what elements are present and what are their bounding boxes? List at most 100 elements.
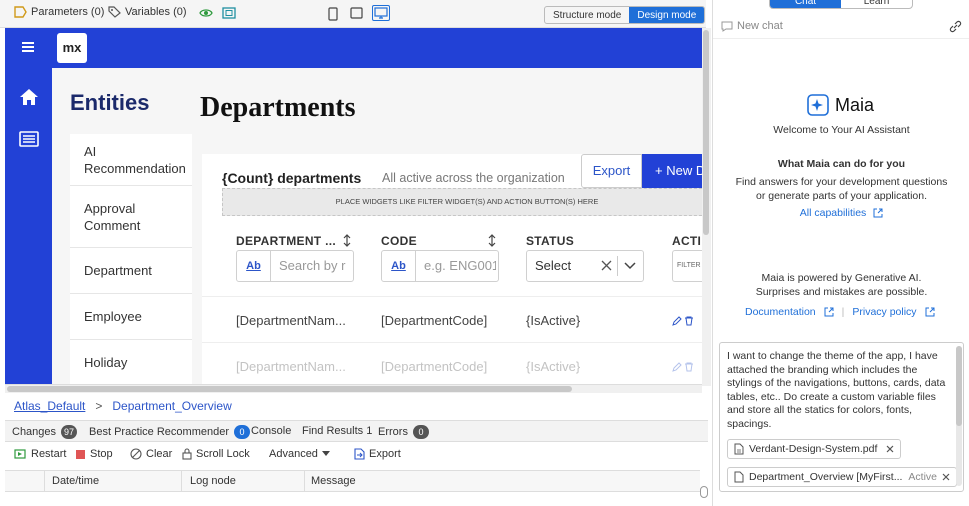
log-column-node[interactable]: Log node (190, 475, 236, 487)
tag-icon (108, 6, 121, 18)
variables-button[interactable]: Variables (0) (108, 6, 187, 18)
canvas-vertical-scrollbar[interactable] (702, 28, 711, 386)
tab-find-results[interactable]: Find Results 1 (302, 425, 372, 437)
parameters-button[interactable]: Parameters (0) (14, 6, 104, 18)
structure-mode-button[interactable]: Structure mode (545, 7, 629, 23)
tab-errors[interactable]: Errors 0 (378, 425, 429, 439)
entity-item-holiday[interactable]: Holiday (70, 340, 192, 386)
tab-changes[interactable]: Changes 97 (12, 425, 78, 439)
cell-department-name: [DepartmentNam... (236, 359, 346, 374)
tab-label: Changes (12, 426, 57, 438)
breadcrumb-root-link[interactable]: Atlas_Default (14, 399, 85, 413)
mode-switch: Structure mode Design mode (544, 6, 706, 24)
list-icon[interactable] (19, 130, 39, 148)
delete-icon[interactable] (684, 362, 694, 372)
all-capabilities-link[interactable]: All capabilities (713, 207, 969, 219)
clear-button[interactable]: Clear (130, 448, 172, 460)
column-header-actions[interactable]: ACTI (672, 234, 701, 248)
remove-icon[interactable] (886, 445, 894, 453)
maia-chat-panel: Chat Learn New chat Maia Welcome to Your… (712, 0, 969, 506)
attachment-chip[interactable]: Verdant-Design-System.pdf (727, 439, 902, 459)
edit-icon[interactable] (672, 362, 682, 372)
attachment-name: Verdant-Design-System.pdf (749, 443, 878, 455)
column-header-department[interactable]: DEPARTMENT ... (236, 234, 336, 248)
entity-list: AI Recommendation Approval Comment Depar… (70, 134, 192, 386)
console-export-button[interactable]: Export (354, 448, 401, 460)
sparkle-icon (807, 94, 829, 116)
filter-type-button[interactable]: Ab (237, 251, 271, 281)
scrollbar-thumb[interactable] (7, 386, 572, 392)
eye-icon[interactable] (199, 7, 213, 19)
widget-placeholder-dropzone[interactable]: PLACE WIDGETS LIKE FILTER WIDGET(S) AND … (222, 188, 702, 216)
export-button[interactable]: Export (581, 154, 642, 188)
best-practice-count-badge: 0 (234, 425, 250, 439)
stop-button[interactable]: Stop (75, 448, 113, 460)
privacy-policy-link[interactable]: Privacy policy (852, 306, 916, 318)
home-icon[interactable] (19, 88, 39, 106)
all-capabilities-label: All capabilities (799, 207, 867, 219)
phone-view-icon[interactable] (328, 7, 338, 21)
design-mode-button[interactable]: Design mode (629, 7, 705, 23)
status-select[interactable]: Select (526, 250, 644, 282)
mx-logo: mx (57, 33, 87, 63)
tab-console[interactable]: Console (251, 425, 291, 437)
column-header-code[interactable]: CODE (381, 234, 417, 248)
scrollbar-thumb[interactable] (956, 346, 962, 426)
lock-icon (182, 448, 192, 460)
scrollbar-thumb[interactable] (703, 30, 709, 235)
edit-icon[interactable] (672, 316, 682, 326)
breadcrumb-separator: > (95, 399, 103, 413)
chevron-down-icon[interactable] (624, 262, 636, 270)
canvas-horizontal-scrollbar[interactable] (5, 384, 702, 393)
breadcrumb-page-link[interactable]: Department_Overview (112, 399, 231, 413)
desktop-view-icon[interactable] (372, 5, 390, 21)
status-select-value: Select (535, 258, 572, 273)
hamburger-icon[interactable] (20, 40, 36, 54)
scroll-lock-button[interactable]: Scroll Lock (182, 448, 250, 460)
entity-item-approval-comment[interactable]: Approval Comment (70, 186, 192, 248)
log-table-header: Date/time Log node Message (5, 470, 700, 492)
frame-icon[interactable] (222, 7, 236, 19)
sort-icon[interactable] (487, 234, 497, 247)
maia-title-text: Maia (835, 94, 875, 115)
cell-is-active: {IsActive} (526, 313, 581, 328)
restart-button[interactable]: Restart (14, 448, 66, 460)
sort-icon[interactable] (342, 234, 352, 247)
clear-icon[interactable] (601, 260, 612, 271)
clear-label: Clear (146, 448, 173, 460)
documentation-link[interactable]: Documentation (745, 306, 816, 318)
export-file-icon (354, 448, 365, 460)
advanced-label: Advanced (269, 448, 318, 460)
tab-best-practice-recommender[interactable]: Best Practice Recommender 0 (89, 425, 250, 439)
log-column-message[interactable]: Message (311, 475, 356, 487)
column-header-status[interactable]: STATUS (526, 234, 574, 248)
prompt-scrollbar[interactable] (956, 346, 962, 486)
prompt-text[interactable]: I want to change the theme of the app, I… (727, 350, 949, 432)
tablet-view-icon[interactable] (350, 7, 363, 19)
entity-item-ai-recommendation[interactable]: AI Recommendation (70, 134, 192, 186)
divider (713, 38, 969, 39)
new-chat-button[interactable]: New chat (721, 20, 783, 32)
tab-chat[interactable]: Chat (770, 0, 841, 8)
log-column-datetime[interactable]: Date/time (52, 475, 99, 487)
changes-count-badge: 97 (61, 425, 78, 439)
department-search-input[interactable]: Search by r (279, 251, 351, 281)
filter-type-button[interactable]: Ab (382, 251, 416, 281)
link-icon[interactable] (949, 20, 962, 33)
code-search-input[interactable]: e.g. ENG001 (424, 251, 496, 281)
advanced-dropdown[interactable]: Advanced (269, 448, 330, 460)
entity-item-department[interactable]: Department (70, 248, 192, 294)
new-chat-icon (721, 21, 733, 32)
remove-icon[interactable] (942, 473, 950, 481)
document-icon (734, 471, 744, 483)
row-divider (202, 296, 702, 297)
cell-is-active: {IsActive} (526, 359, 581, 374)
log-scrollbar[interactable] (700, 486, 708, 498)
tab-learn[interactable]: Learn (841, 0, 912, 8)
prompt-input[interactable]: I want to change the theme of the app, I… (719, 342, 964, 492)
new-department-button[interactable]: + New D (642, 154, 702, 188)
actions-filter[interactable]: FILTER (672, 250, 702, 282)
entity-item-employee[interactable]: Employee (70, 294, 192, 340)
delete-icon[interactable] (684, 316, 694, 326)
context-chip[interactable]: Department_Overview [MyFirst... Active (727, 467, 957, 487)
